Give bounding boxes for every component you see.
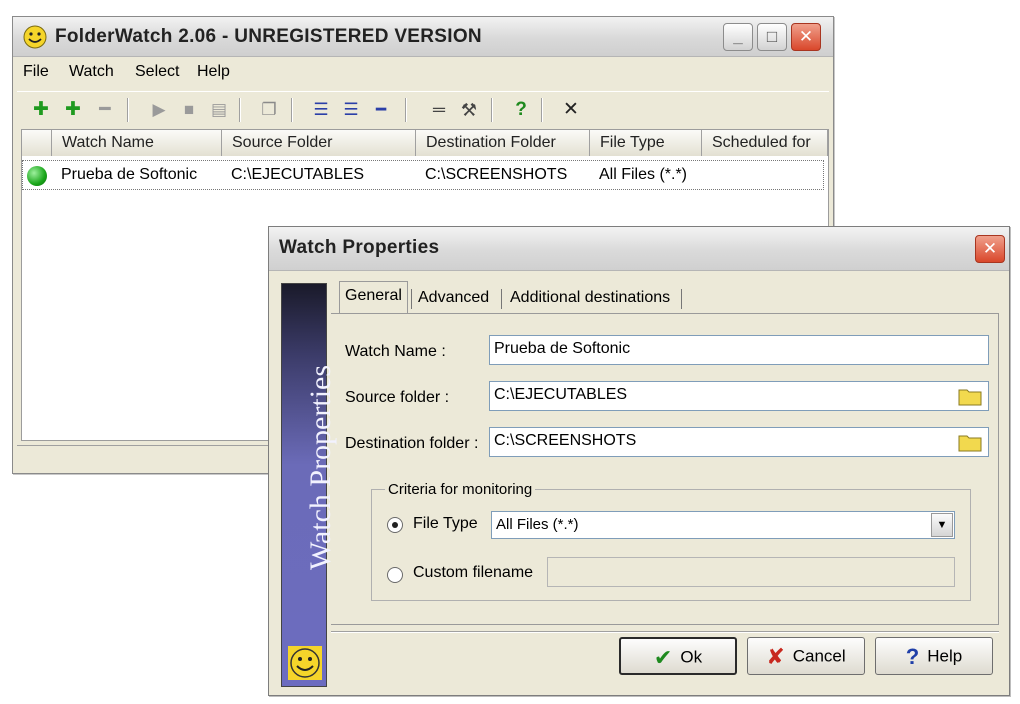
- checkmark-icon: ✔: [653, 644, 673, 670]
- tab-advanced[interactable]: Advanced: [413, 285, 494, 311]
- tools-icon[interactable]: ⚒: [457, 98, 481, 122]
- close-window-button[interactable]: ✕: [791, 23, 821, 51]
- list-header: Watch Name Source Folder Destination Fol…: [22, 130, 828, 156]
- destination-folder-label: Destination folder :: [345, 435, 479, 452]
- ok-button-label: Ok: [680, 647, 703, 667]
- menu-help[interactable]: Help: [197, 63, 230, 81]
- maximize-icon: □: [766, 27, 778, 46]
- watch-name-input[interactable]: Prueba de Softonic: [489, 335, 989, 365]
- file-type-radio[interactable]: [387, 517, 403, 533]
- menu-watch[interactable]: Watch: [69, 63, 114, 81]
- tab-separator: [411, 289, 412, 309]
- help-button-label: Help: [927, 646, 963, 666]
- watch-name-label: Watch Name :: [345, 343, 446, 360]
- tab-additional-destinations[interactable]: Additional destinations: [505, 285, 675, 311]
- criteria-legend: Criteria for monitoring: [385, 481, 536, 498]
- side-banner: Watch Properties: [281, 283, 337, 687]
- file-type-label: File Type: [413, 515, 478, 532]
- dialog-close-button[interactable]: ✕: [975, 235, 1005, 263]
- destination-folder-input[interactable]: C:\SCREENSHOTS: [489, 427, 989, 457]
- maximize-button[interactable]: □: [757, 23, 787, 51]
- column-header-scheduled-for[interactable]: Scheduled for: [702, 130, 828, 156]
- options-icon[interactable]: ═: [427, 98, 451, 122]
- cell-file-type: All Files (*.*): [599, 166, 688, 183]
- copy-icon[interactable]: ❐: [257, 98, 281, 122]
- column-header-watch-name[interactable]: Watch Name: [52, 130, 222, 156]
- column-header-status[interactable]: [22, 130, 52, 156]
- table-row[interactable]: Prueba de Softonic C:\EJECUTABLES C:\SCR…: [22, 160, 824, 190]
- toolbar-separator: [291, 98, 293, 122]
- main-titlebar[interactable]: FolderWatch 2.06 - UNREGISTERED VERSION …: [13, 17, 833, 57]
- help-icon[interactable]: ?: [509, 98, 533, 122]
- toolbar-separator: [405, 98, 407, 122]
- menu-select[interactable]: Select: [135, 63, 179, 81]
- tab-advanced-label: Advanced: [418, 289, 490, 306]
- source-folder-input[interactable]: C:\EJECUTABLES: [489, 381, 989, 411]
- view-details-icon[interactable]: ☰: [309, 98, 333, 122]
- tab-separator: [501, 289, 502, 309]
- help-button[interactable]: ? Help: [875, 637, 993, 675]
- custom-filename-label: Custom filename: [413, 564, 534, 581]
- browse-destination-folder-icon[interactable]: [957, 430, 983, 454]
- tab-general[interactable]: General: [339, 281, 408, 313]
- cell-source-folder: C:\EJECUTABLES: [231, 166, 365, 183]
- cancel-x-icon: ✘: [766, 643, 785, 669]
- toolbar-separator: [541, 98, 543, 122]
- browse-source-folder-icon[interactable]: [957, 384, 983, 408]
- add-watch-icon[interactable]: ✚: [29, 98, 53, 122]
- toolbar-separator: [491, 98, 493, 122]
- cell-destination-folder: C:\SCREENSHOTS: [425, 166, 568, 183]
- column-header-destination-folder[interactable]: Destination Folder: [416, 130, 590, 156]
- close-icon: ✕: [798, 27, 814, 46]
- dialog-titlebar[interactable]: Watch Properties ✕: [269, 227, 1009, 271]
- minimize-button[interactable]: _: [723, 23, 753, 51]
- toolbar-separator: [127, 98, 129, 122]
- chevron-down-icon[interactable]: ▼: [931, 513, 953, 537]
- ok-button[interactable]: ✔ Ok: [619, 637, 737, 675]
- cancel-button-label: Cancel: [792, 646, 846, 666]
- close-icon: ✕: [982, 239, 998, 258]
- cell-watch-name: Prueba de Softonic: [61, 166, 198, 183]
- stop-icon[interactable]: ■: [177, 98, 201, 122]
- toolbar-separator: [239, 98, 241, 122]
- close-icon[interactable]: ✕: [559, 98, 583, 122]
- cancel-button[interactable]: ✘ Cancel: [747, 637, 865, 675]
- dialog-title: Watch Properties: [279, 237, 440, 258]
- add-multiple-icon[interactable]: ✚: [61, 98, 85, 122]
- dialog-divider: [331, 631, 999, 633]
- custom-filename-input[interactable]: [547, 557, 955, 587]
- tab-separator: [681, 289, 682, 309]
- custom-filename-radio[interactable]: [387, 567, 403, 583]
- smiley-app-icon: [23, 25, 47, 49]
- active-status-icon: [27, 166, 47, 186]
- column-header-source-folder[interactable]: Source Folder: [222, 130, 416, 156]
- play-icon[interactable]: ▶: [147, 98, 171, 122]
- remove-icon[interactable]: ━: [93, 98, 117, 122]
- watch-properties-dialog: Watch Properties ✕ Watch Properties Gene…: [268, 226, 1010, 696]
- tab-general-label: General: [345, 287, 402, 304]
- menu-file[interactable]: File: [23, 63, 49, 81]
- question-mark-icon: ?: [905, 643, 920, 669]
- minimize-icon: _: [733, 27, 743, 46]
- file-type-select[interactable]: All Files (*.*) ▼: [491, 511, 955, 539]
- source-folder-label: Source folder :: [345, 389, 450, 406]
- properties-icon[interactable]: ▤: [207, 98, 231, 122]
- smiley-logo-icon: [288, 646, 322, 680]
- menu-bar: File Watch Select Help: [13, 59, 833, 87]
- toolbar: ✚ ✚ ━ ▶ ■ ▤ ❐ ☰ ☰ ━ ═ ⚒ ? ✕: [17, 91, 829, 127]
- view-list-icon[interactable]: ☰: [339, 98, 363, 122]
- tab-additional-destinations-label: Additional destinations: [510, 289, 671, 306]
- column-header-file-type[interactable]: File Type: [590, 130, 702, 156]
- file-type-value: All Files (*.*): [496, 516, 579, 533]
- main-window-title: FolderWatch 2.06 - UNREGISTERED VERSION: [55, 26, 482, 47]
- view-small-icon[interactable]: ━: [369, 98, 393, 122]
